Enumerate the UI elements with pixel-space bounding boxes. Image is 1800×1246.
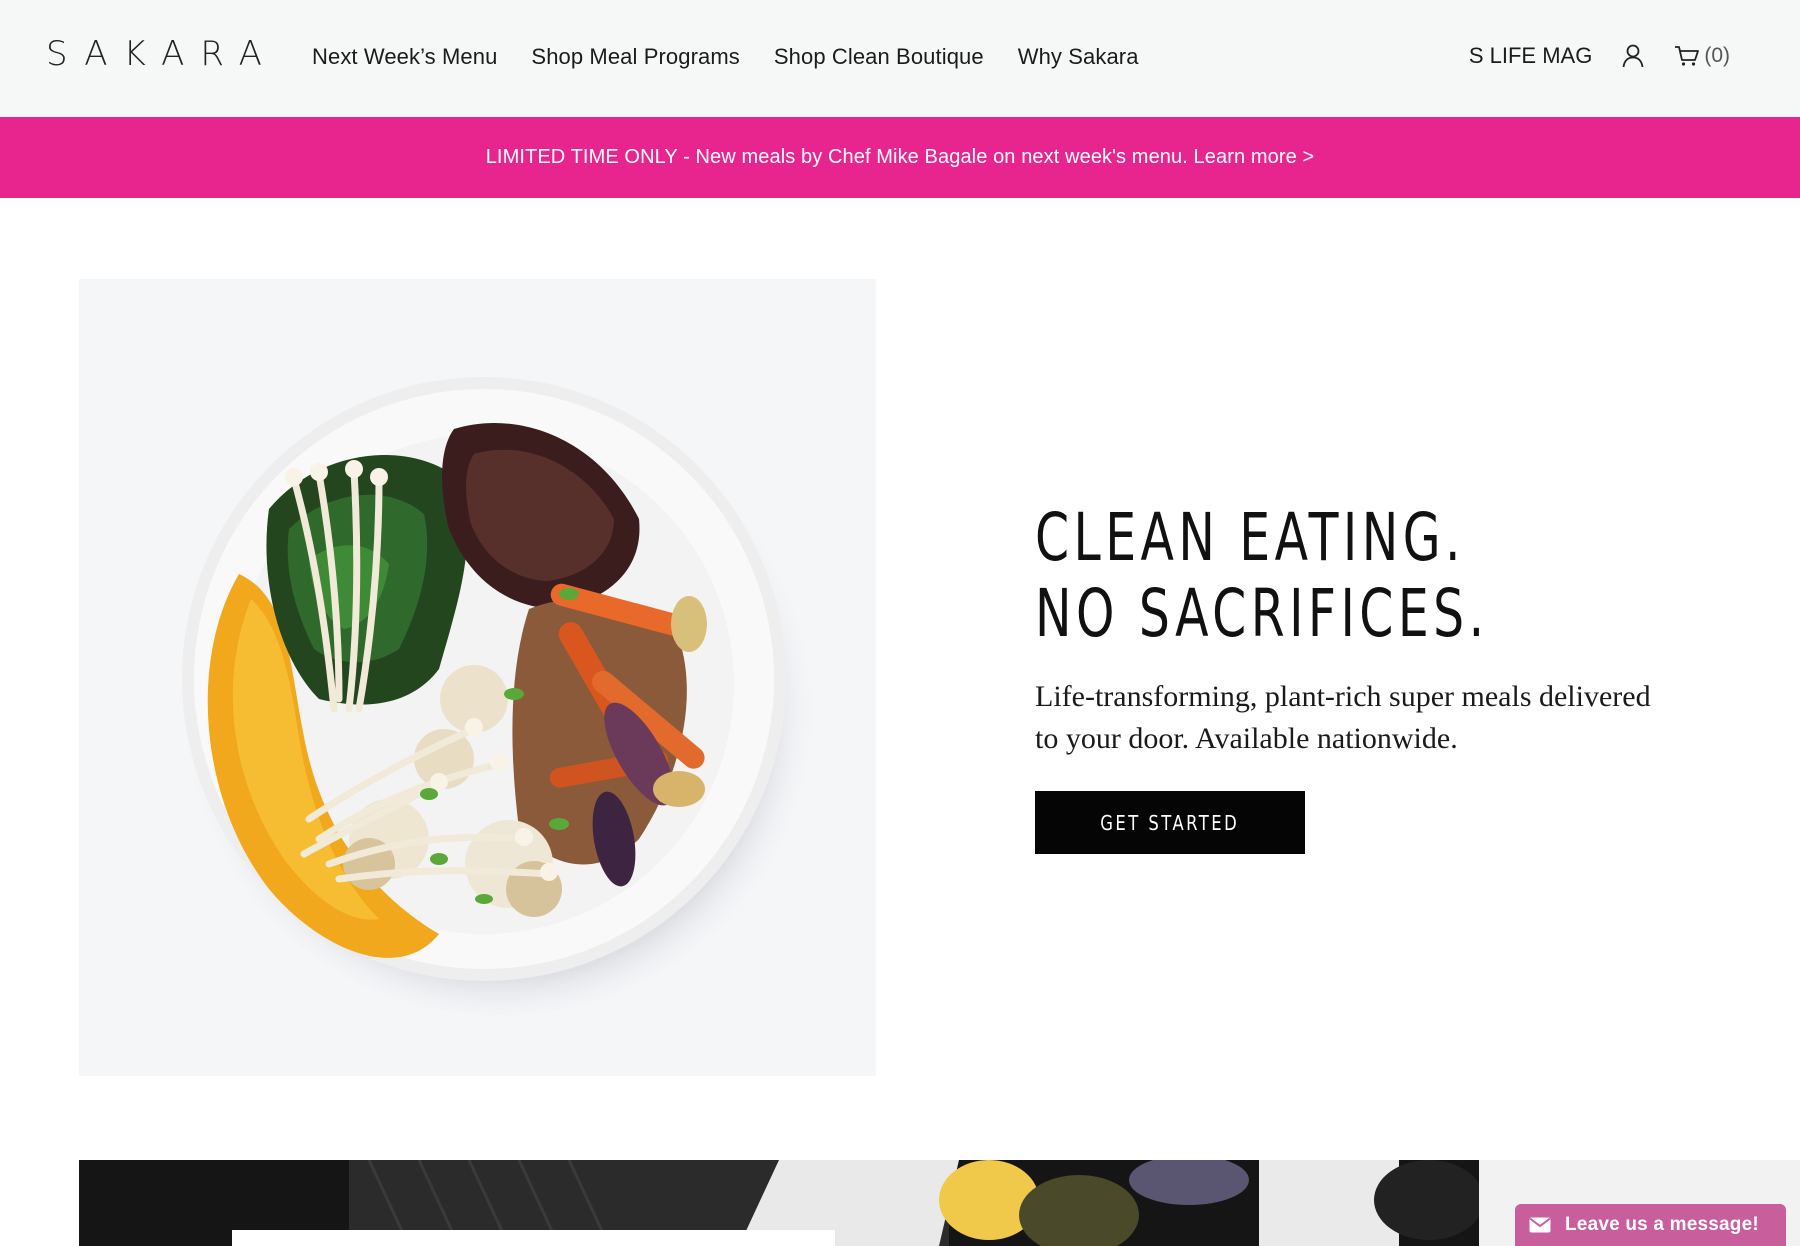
promo-banner: LIMITED TIME ONLY - New meals by Chef Mi… [0,117,1800,198]
site-header: SAKARA Next Week’s Menu Shop Meal Progra… [0,0,1800,117]
envelope-icon [1529,1217,1551,1233]
get-started-label: GET STARTED [1100,810,1240,835]
utility-nav: S LIFE MAG (0) [1469,40,1730,72]
nav-shop-clean-boutique[interactable]: Shop Clean Boutique [774,42,984,72]
s-life-mag-link[interactable]: S LIFE MAG [1469,40,1592,72]
hero-copy: CLEAN EATING. NO SACRIFICES. Life-transf… [1035,500,1675,854]
cart-button[interactable]: (0) [1674,44,1730,68]
get-started-button[interactable]: GET STARTED [1035,791,1305,854]
hero-title-line-1: CLEAN EATING. [1035,499,1465,576]
food-bowl-illustration [79,279,876,1076]
hero-title: CLEAN EATING. NO SACRIFICES. [1035,500,1509,652]
promo-link[interactable]: LIMITED TIME ONLY - New meals by Chef Mi… [486,146,1315,169]
leave-message-widget[interactable]: Leave us a message! [1515,1204,1786,1246]
account-button[interactable] [1622,44,1644,68]
nav-shop-meal-programs[interactable]: Shop Meal Programs [531,42,739,72]
nav-why-sakara[interactable]: Why Sakara [1018,42,1139,72]
sakara-logo[interactable]: SAKARA [46,34,278,74]
cart-icon [1675,46,1700,66]
main-nav: Next Week’s Menu Shop Meal Programs Shop… [312,42,1173,72]
nav-next-weeks-menu[interactable]: Next Week’s Menu [312,42,497,72]
user-icon [1622,44,1644,68]
banner-card [232,1230,835,1246]
leave-message-label: Leave us a message! [1565,1214,1759,1235]
cart-count: (0) [1704,44,1730,67]
hero-subtitle: Life-transforming, plant-rich super meal… [1035,680,1651,755]
hero-title-line-2: NO SACRIFICES. [1035,575,1489,652]
hero-food-bowl-image [79,279,876,1076]
